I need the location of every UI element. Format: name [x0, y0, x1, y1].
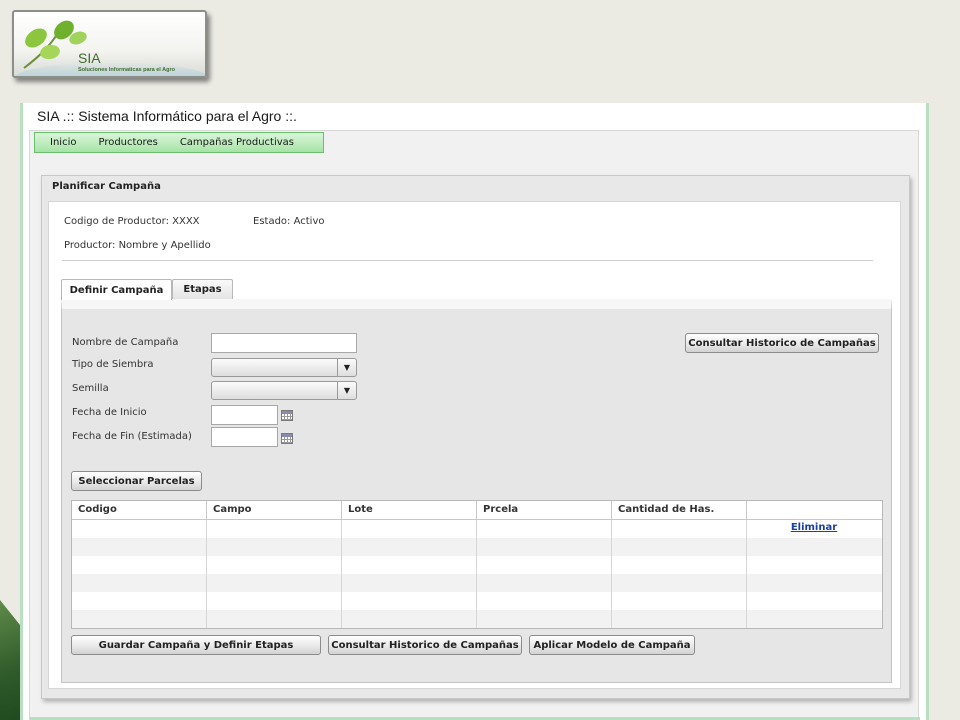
- table-row: [72, 610, 882, 628]
- planificar-campana-panel: Planificar Campaña Codigo de Productor: …: [41, 175, 910, 699]
- parcelas-table: Codigo Campo Lote Prcela Cantidad de Has…: [71, 500, 883, 629]
- seed-select[interactable]: ▼: [211, 381, 357, 400]
- table-row: [72, 574, 882, 592]
- table-cell: [207, 556, 342, 574]
- table-cell: [612, 574, 747, 592]
- menu-item-inicio[interactable]: Inicio: [35, 137, 87, 148]
- logo-tagline: Soluciones Informaticas para el Agro: [78, 67, 175, 73]
- table-cell: [207, 592, 342, 610]
- aplicar-modelo-button[interactable]: Aplicar Modelo de Campaña: [529, 635, 695, 655]
- seed-label: Semilla: [72, 383, 109, 394]
- producer-name: Productor: Nombre y Apellido: [64, 240, 211, 251]
- consultar-historico-button[interactable]: Consultar Historico de Campañas: [328, 635, 522, 655]
- table-cell: [477, 556, 612, 574]
- eliminar-link[interactable]: Eliminar: [791, 522, 837, 533]
- panel-title: Planificar Campaña: [52, 181, 161, 192]
- table-cell: [747, 610, 881, 628]
- producer-status: Estado: Activo: [253, 216, 325, 227]
- sowing-type-label: Tipo de Siembra: [72, 359, 154, 370]
- definir-campana-tab-panel: Nombre de Campaña Consultar Historico de…: [61, 299, 892, 683]
- table-cell: [342, 556, 477, 574]
- table-cell: [612, 556, 747, 574]
- chevron-down-icon: ▼: [337, 359, 356, 376]
- table-cell: [342, 520, 477, 538]
- table-cell: [72, 538, 207, 556]
- table-cell: [72, 574, 207, 592]
- chevron-down-icon: ▼: [337, 382, 356, 399]
- tab-definir-campana[interactable]: Definir Campaña: [61, 279, 172, 300]
- table-cell: [342, 574, 477, 592]
- table-cell: [207, 538, 342, 556]
- table-cell: [612, 592, 747, 610]
- table-cell-actions: Eliminar: [747, 520, 881, 538]
- campaign-name-input[interactable]: [211, 333, 357, 353]
- sowing-type-select[interactable]: ▼: [211, 358, 357, 377]
- table-cell: [477, 610, 612, 628]
- tab-etapas[interactable]: Etapas: [172, 279, 233, 299]
- panel-content: Codigo de Productor: XXXX Estado: Activo…: [48, 201, 901, 689]
- column-header-actions: [747, 501, 881, 519]
- menu-item-productores[interactable]: Productores: [87, 137, 168, 148]
- table-cell: [72, 556, 207, 574]
- main-menu: Inicio Productores Campañas Productivas: [34, 132, 324, 153]
- table-cell: [747, 592, 881, 610]
- table-cell: [207, 520, 342, 538]
- table-cell: [477, 520, 612, 538]
- table-cell: [72, 592, 207, 610]
- column-header-parcela: Prcela: [477, 501, 612, 519]
- table-cell: [747, 574, 881, 592]
- table-cell: [477, 592, 612, 610]
- sia-logo: SIA Soluciones Informaticas para el Agro: [12, 10, 207, 78]
- seleccionar-parcelas-button[interactable]: Seleccionar Parcelas: [71, 471, 202, 491]
- table-cell: [612, 538, 747, 556]
- end-date-input[interactable]: [211, 427, 278, 447]
- table-row: [72, 538, 882, 556]
- producer-code: Codigo de Productor: XXXX: [64, 216, 200, 227]
- table-row: Eliminar: [72, 520, 882, 538]
- table-cell: [207, 610, 342, 628]
- table-cell: [342, 538, 477, 556]
- table-cell: [342, 592, 477, 610]
- table-cell: [612, 520, 747, 538]
- column-header-codigo: Codigo: [72, 501, 207, 519]
- start-date-input[interactable]: [211, 405, 278, 425]
- table-cell: [747, 556, 881, 574]
- table-header: Codigo Campo Lote Prcela Cantidad de Has…: [72, 501, 882, 520]
- consultar-historico-button-top[interactable]: Consultar Historico de Campañas: [685, 333, 879, 353]
- table-row: [72, 556, 882, 574]
- table-cell: [72, 520, 207, 538]
- app-window: SIA .:: Sistema Informático para el Agro…: [20, 103, 929, 720]
- menu-item-campanas-productivas[interactable]: Campañas Productivas: [169, 137, 305, 148]
- table-cell: [207, 574, 342, 592]
- table-cell: [72, 610, 207, 628]
- guardar-campana-button[interactable]: Guardar Campaña y Definir Etapas: [71, 635, 321, 655]
- table-cell: [477, 538, 612, 556]
- start-date-label: Fecha de Inicio: [72, 407, 147, 418]
- window-title: SIA .:: Sistema Informático para el Agro…: [37, 108, 297, 124]
- column-header-cantidad-has: Cantidad de Has.: [612, 501, 747, 519]
- end-date-label: Fecha de Fin (Estimada): [72, 431, 192, 442]
- table-cell: [747, 538, 881, 556]
- table-row: [72, 592, 882, 610]
- app-body: Inicio Productores Campañas Productivas …: [29, 130, 920, 720]
- calendar-icon[interactable]: [281, 433, 293, 444]
- column-header-campo: Campo: [207, 501, 342, 519]
- table-cell: [477, 574, 612, 592]
- calendar-icon[interactable]: [281, 410, 293, 421]
- campaign-name-label: Nombre de Campaña: [72, 337, 179, 348]
- divider: [62, 260, 873, 261]
- table-cell: [612, 610, 747, 628]
- column-header-lote: Lote: [342, 501, 477, 519]
- logo-title: SIA: [78, 50, 101, 66]
- table-cell: [342, 610, 477, 628]
